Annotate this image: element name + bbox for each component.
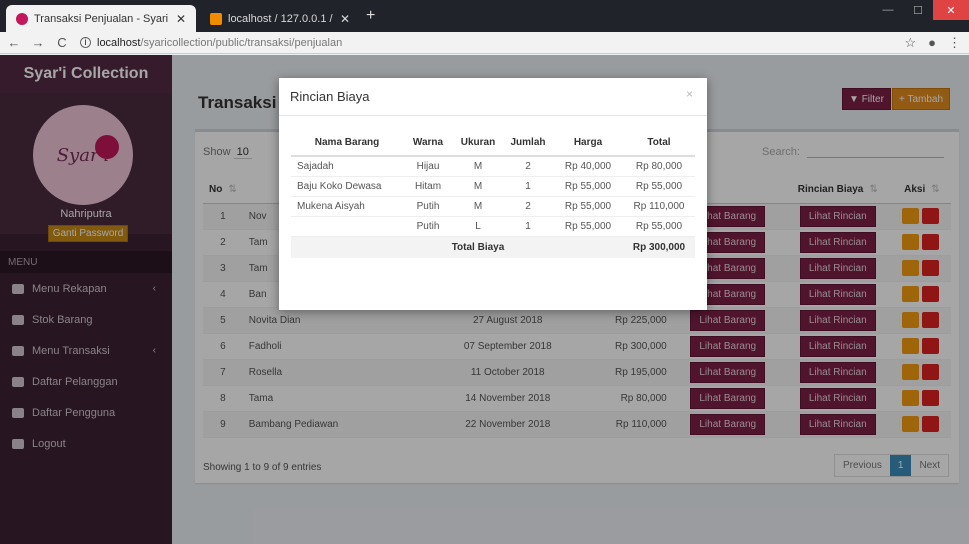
rincian-row: Baju Koko Dewasa Hitam M 1 Rp 55,000 Rp 55,00…	[291, 175, 695, 196]
rincian-col-ukuran: Ukuran	[453, 130, 503, 157]
rincian-total-spacer	[553, 235, 623, 258]
browser-tab-inactive[interactable]: localhost / 127.0.0.1 / syaricollect ✕	[200, 5, 360, 32]
url-path: /syaricollection/public/transaksi/penjua…	[140, 36, 343, 49]
tab-title: localhost / 127.0.0.1 / syaricollect	[228, 12, 334, 25]
address-bar: ← → C i localhost/syaricollection/public…	[0, 32, 969, 54]
rincian-row: Putih L 1 Rp 55,000 Rp 55,000	[291, 215, 695, 236]
site-favicon-icon	[16, 12, 28, 25]
total-biaya-value: Rp 300,000	[623, 235, 695, 258]
browser-menu-icon[interactable]: ⋮	[948, 35, 961, 51]
close-tab-icon[interactable]: ✕	[176, 12, 186, 26]
browser-tab-active[interactable]: Transaksi Penjualan - Syari Colle ✕	[6, 5, 196, 32]
modal-header: Rincian Biaya ×	[279, 78, 707, 116]
maximize-icon[interactable]: ☐	[903, 0, 933, 20]
rincian-harga: Rp 55,000	[553, 215, 623, 236]
new-tab-icon[interactable]: +	[366, 7, 375, 25]
rincian-header-row: Nama Barang Warna Ukuran Jumlah Harga To…	[291, 130, 695, 157]
rincian-row: Mukena Aisyah Putih M 2 Rp 55,000 Rp 110,000	[291, 195, 695, 216]
rincian-total: Rp 80,000	[623, 155, 695, 176]
rincian-total-spacer	[291, 235, 403, 258]
browser-tab-bar: Transaksi Penjualan - Syari Colle ✕ loca…	[0, 0, 969, 32]
rincian-warna: Hitam	[403, 175, 453, 196]
reload-icon[interactable]: C	[52, 35, 72, 50]
rincian-warna: Putih	[403, 195, 453, 216]
rincian-col-warna: Warna	[403, 130, 453, 157]
info-icon[interactable]: i	[80, 37, 91, 48]
rincian-total: Rp 110,000	[623, 195, 695, 216]
rincian-col-harga: Harga	[553, 130, 623, 157]
phpmyadmin-favicon-icon	[210, 12, 222, 25]
total-biaya-label: Total Biaya	[403, 235, 553, 258]
tab-title: Transaksi Penjualan - Syari Colle	[34, 12, 170, 25]
rincian-nama: Sajadah	[291, 155, 403, 176]
rincian-col-jumlah: Jumlah	[503, 130, 553, 157]
rincian-nama: Baju Koko Dewasa	[291, 175, 403, 196]
rincian-total-row: Total Biaya Rp 300,000	[291, 235, 695, 258]
window-controls: — ☐ ✕	[873, 0, 969, 20]
url-field[interactable]: i localhost/syaricollection/public/trans…	[80, 37, 342, 49]
rincian-ukuran: M	[453, 155, 503, 176]
rincian-total: Rp 55,000	[623, 215, 695, 236]
rincian-harga: Rp 40,000	[553, 155, 623, 176]
rincian-nama	[291, 215, 403, 236]
rincian-jumlah: 2	[503, 195, 553, 216]
rincian-col-total: Total	[623, 130, 695, 157]
rincian-row: Sajadah Hijau M 2 Rp 40,000 Rp 80,000	[291, 155, 695, 176]
url-host: localhost	[97, 36, 141, 49]
profile-icon[interactable]: ●	[928, 35, 936, 51]
bookmark-star-icon[interactable]: ☆	[904, 35, 916, 51]
minimize-icon[interactable]: —	[873, 0, 903, 20]
close-tab-icon[interactable]: ✕	[340, 12, 350, 26]
modal-title: Rincian Biaya	[290, 89, 370, 104]
rincian-warna: Putih	[403, 215, 453, 236]
forward-icon[interactable]: →	[28, 35, 48, 50]
rincian-jumlah: 2	[503, 155, 553, 176]
rincian-table: Nama Barang Warna Ukuran Jumlah Harga To…	[291, 130, 695, 258]
modal-close-icon[interactable]: ×	[686, 87, 693, 101]
back-icon[interactable]: ←	[4, 35, 24, 50]
rincian-harga: Rp 55,000	[553, 175, 623, 196]
rincian-ukuran: M	[453, 195, 503, 216]
window-close-icon[interactable]: ✕	[933, 0, 969, 20]
rincian-harga: Rp 55,000	[553, 195, 623, 216]
rincian-biaya-modal: Rincian Biaya × Nama Barang Warna Ukuran…	[279, 78, 707, 310]
rincian-nama: Mukena Aisyah	[291, 195, 403, 216]
rincian-total: Rp 55,000	[623, 175, 695, 196]
rincian-warna: Hijau	[403, 155, 453, 176]
rincian-jumlah: 1	[503, 215, 553, 236]
rincian-col-nama: Nama Barang	[291, 130, 403, 157]
rincian-ukuran: L	[453, 215, 503, 236]
rincian-jumlah: 1	[503, 175, 553, 196]
rincian-ukuran: M	[453, 175, 503, 196]
